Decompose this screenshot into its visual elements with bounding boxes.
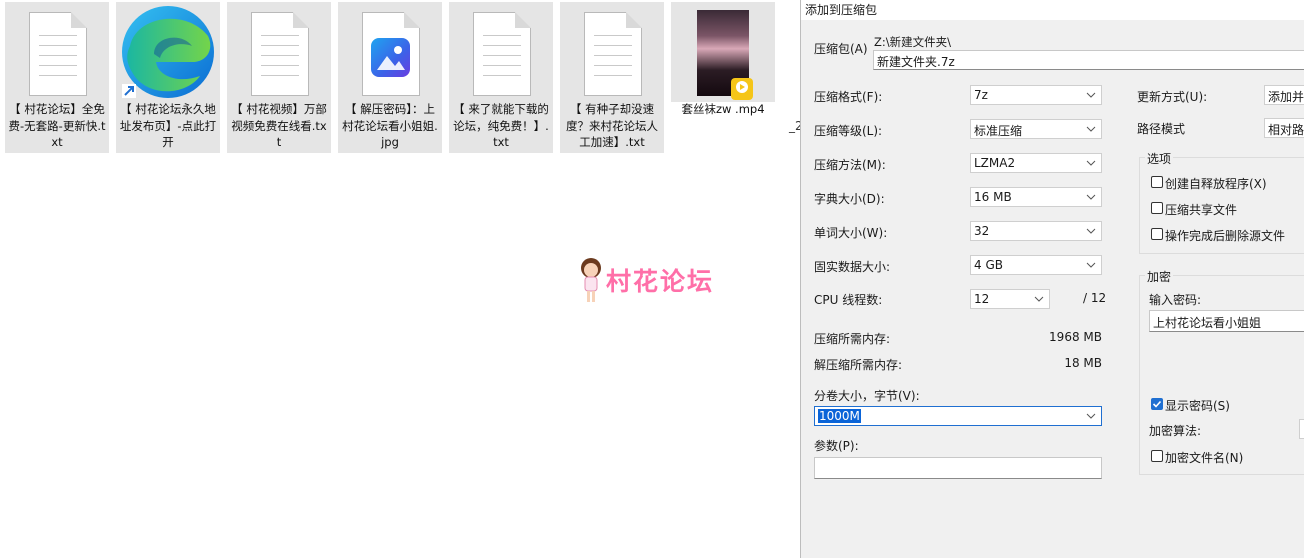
encrypt-names-label[interactable]: 加密文件名(N) xyxy=(1165,449,1243,466)
dialog-title: 添加到压缩包 xyxy=(805,3,878,17)
volume-value: 1000M xyxy=(818,409,861,423)
cartoon-girl-icon xyxy=(578,256,604,304)
chevron-down-icon xyxy=(1086,413,1096,419)
checkmark-icon xyxy=(1152,400,1162,408)
file-name: 【 村花论坛永久地址发布页】-点此打开 xyxy=(119,102,217,149)
password-label: 输入密码: xyxy=(1149,293,1202,307)
dict-select[interactable]: 16 MB xyxy=(970,187,1102,207)
text-file-icon xyxy=(5,6,109,98)
archive-label: 压缩包(A) xyxy=(814,42,868,56)
delete-checkbox[interactable] xyxy=(1151,228,1163,240)
file-item[interactable]: 【 有种子却没速度？来村花论坛人工加速】.txt xyxy=(560,2,664,153)
chevron-down-icon xyxy=(1034,296,1044,302)
solid-select[interactable]: 4 GB xyxy=(970,255,1102,275)
encryption-title: 加密 xyxy=(1145,268,1174,285)
shared-label[interactable]: 压缩共享文件 xyxy=(1165,201,1237,218)
volume-select[interactable]: 1000M xyxy=(814,406,1102,426)
show-password-checkbox[interactable] xyxy=(1151,398,1163,410)
password-input[interactable]: 上村花论坛看小姐姐 xyxy=(1149,310,1304,332)
file-name: 【 村花视频】万部视频免费在线看.txt xyxy=(231,102,327,149)
dict-label: 字典大小(D): xyxy=(814,192,885,206)
text-file-icon xyxy=(560,6,664,98)
encryption-method-select[interactable] xyxy=(1299,419,1304,439)
params-label: 参数(P): xyxy=(814,439,859,453)
level-select[interactable]: 标准压缩 xyxy=(970,119,1102,139)
sfx-checkbox[interactable] xyxy=(1151,176,1163,188)
cpu-select[interactable]: 12 xyxy=(970,289,1050,309)
video-file-icon xyxy=(671,6,775,100)
encryption-method-label: 加密算法: xyxy=(1149,424,1202,438)
solid-label: 固实数据大小: xyxy=(814,260,891,274)
pathmode-select[interactable]: 相对路径 xyxy=(1264,118,1304,138)
file-name: 【 有种子却没速度？来村花论坛人工加速】.txt xyxy=(566,102,658,149)
pathmode-label: 路径模式 xyxy=(1137,122,1186,136)
encrypt-names-checkbox[interactable] xyxy=(1151,450,1163,462)
player-icon xyxy=(731,78,753,100)
file-name: 套丝袜zw .mp4 xyxy=(681,102,765,116)
file-area: 【 村花论坛】全免费-无套路-更新快.txt 【 村花论坛永久地址发布页】-点此… xyxy=(0,0,803,558)
image-file-icon xyxy=(338,6,442,98)
mem-compress-label: 压缩所需内存: xyxy=(814,332,891,346)
archive-path: Z:\新建文件夹\ xyxy=(874,35,952,49)
file-item[interactable]: 【 村花视频】万部视频免费在线看.txt xyxy=(227,2,331,153)
update-select[interactable]: 添加并替 xyxy=(1264,85,1304,105)
options-title: 选项 xyxy=(1145,150,1174,167)
file-item[interactable]: 【 来了就能下载的论坛，纯免费！】.txt xyxy=(449,2,553,153)
file-name: 【 来了就能下载的论坛，纯免费！】.txt xyxy=(453,102,549,149)
shared-checkbox[interactable] xyxy=(1151,202,1163,214)
text-file-icon xyxy=(227,6,331,98)
level-label: 压缩等级(L): xyxy=(814,124,883,138)
volume-label: 分卷大小，字节(V): xyxy=(814,389,920,403)
chevron-down-icon xyxy=(1086,92,1096,98)
mem-decompress-value: 18 MB xyxy=(1064,356,1102,370)
chevron-down-icon xyxy=(1086,262,1096,268)
format-select[interactable]: 7z xyxy=(970,85,1102,105)
file-item[interactable]: 【 解压密码】：上村花论坛看小姐姐.jpg xyxy=(338,2,442,153)
file-name: 【 解压密码】：上村花论坛看小姐姐.jpg xyxy=(342,102,438,149)
params-input[interactable] xyxy=(814,457,1102,479)
edge-shortcut-icon xyxy=(116,6,220,98)
show-password-label[interactable]: 显示密码(S) xyxy=(1165,397,1230,414)
dialog-titlebar[interactable]: 添加到压缩包 xyxy=(801,0,1304,20)
file-item[interactable]: 【 村花论坛】全免费-无套路-更新快.txt xyxy=(5,2,109,153)
cpu-label: CPU 线程数: xyxy=(814,293,883,307)
method-label: 压缩方法(M): xyxy=(814,158,886,172)
archive-name-input[interactable]: 新建文件夹.7z xyxy=(873,50,1304,70)
format-label: 压缩格式(F): xyxy=(814,90,883,104)
watermark-text: 村花论坛 xyxy=(606,267,715,296)
add-to-archive-dialog: 添加到压缩包 压缩包(A) Z:\新建文件夹\ 新建文件夹.7z 压缩格式(F)… xyxy=(800,0,1304,558)
method-select[interactable]: LZMA2 xyxy=(970,153,1102,173)
word-select[interactable]: 32 xyxy=(970,221,1102,241)
watermark: 村花论坛 xyxy=(578,256,714,304)
update-label: 更新方式(U): xyxy=(1137,90,1208,104)
cpu-total: / 12 xyxy=(1083,291,1107,305)
chevron-down-icon xyxy=(1086,194,1096,200)
file-item[interactable]: 套丝袜zw .mp4 xyxy=(671,2,775,116)
mem-decompress-label: 解压缩所需内存: xyxy=(814,358,903,372)
sfx-label[interactable]: 创建自释放程序(X) xyxy=(1165,175,1267,192)
chevron-down-icon xyxy=(1086,160,1096,166)
delete-label[interactable]: 操作完成后删除源文件 xyxy=(1165,227,1285,244)
chevron-down-icon xyxy=(1086,126,1096,132)
word-label: 单词大小(W): xyxy=(814,226,888,240)
file-name: 【 村花论坛】全免费-无套路-更新快.txt xyxy=(8,102,106,149)
text-file-icon xyxy=(449,6,553,98)
file-item[interactable]: 【 村花论坛永久地址发布页】-点此打开 xyxy=(116,2,220,153)
mem-compress-value: 1968 MB xyxy=(1049,330,1102,344)
chevron-down-icon xyxy=(1086,228,1096,234)
